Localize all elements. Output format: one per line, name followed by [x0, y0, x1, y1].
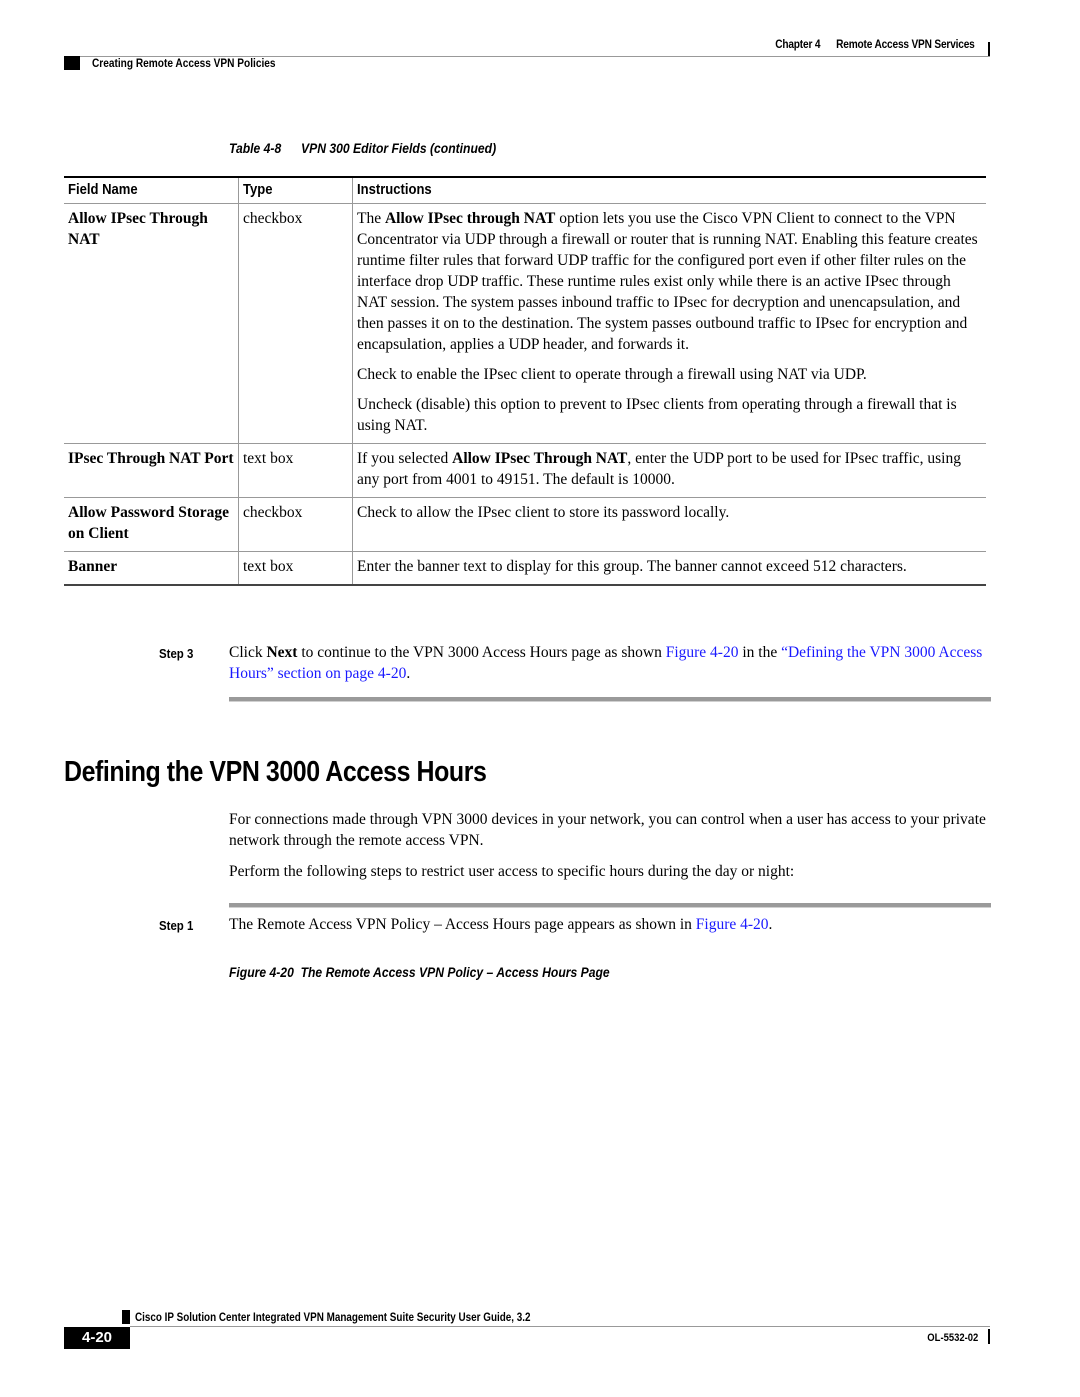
column-header-instructions: Instructions	[352, 176, 986, 204]
header-marker	[64, 56, 80, 70]
figure-caption: Figure 4-20 The Remote Access VPN Policy…	[229, 965, 610, 980]
footer-marker	[122, 1310, 130, 1324]
steps-separator	[229, 903, 991, 908]
table-title: VPN 300 Editor Fields (continued)	[301, 141, 497, 156]
document-number: OL-5532-02	[926, 1332, 978, 1344]
type-cell: text box	[238, 551, 353, 586]
figure-number: Figure 4-20	[229, 965, 294, 980]
field-name-cell: Banner	[64, 551, 239, 586]
instructions-cell: If you selected Allow IPsec Through NAT,…	[352, 443, 986, 498]
instruction-paragraph: Check to allow the IPsec client to store…	[357, 504, 730, 521]
instruction-paragraph: The Allow IPsec through NAT option lets …	[357, 210, 978, 353]
step-1-text: The Remote Access VPN Policy – Access Ho…	[229, 916, 773, 933]
instruction-paragraph: Check to enable the IPsec client to oper…	[357, 366, 867, 383]
step-3-text: Click Next to continue to the VPN 3000 A…	[229, 644, 983, 682]
footer-book-title: Cisco IP Solution Center Integrated VPN …	[135, 1312, 531, 1324]
field-name-cell: Allow IPsec Through NAT	[64, 203, 239, 444]
table-caption: Table 4-8 VPN 300 Editor Fields (continue…	[229, 141, 496, 156]
chapter-title: Remote Access VPN Services	[836, 39, 975, 51]
running-header-section: Creating Remote Access VPN Policies	[92, 58, 276, 70]
table-row: Banner text box Enter the banner text to d…	[64, 551, 986, 586]
table-row: IPsec Through NAT Port text box If you sel…	[64, 443, 986, 498]
footer-rule	[130, 1326, 990, 1327]
step-1-label: Step 1	[159, 918, 194, 933]
running-header-chapter: Chapter 4 Remote Access VPN Services	[775, 39, 976, 51]
step-3-label: Step 3	[159, 646, 194, 661]
instruction-paragraph: Uncheck (disable) this option to prevent…	[357, 396, 957, 434]
page-number: 4-20	[64, 1327, 130, 1349]
figure-title: The Remote Access VPN Policy – Access Ho…	[300, 965, 610, 980]
instructions-cell: The Allow IPsec through NAT option lets …	[352, 203, 986, 444]
section-heading: Defining the VPN 3000 Access Hours	[64, 756, 487, 788]
field-name-cell: IPsec Through NAT Port	[64, 443, 239, 498]
column-header-type: Type	[238, 176, 353, 204]
instruction-paragraph: If you selected Allow IPsec Through NAT,…	[357, 450, 961, 488]
figure-4-20-link[interactable]: Figure 4-20	[666, 644, 739, 661]
table-row: Allow IPsec Through NAT checkbox The Allow…	[64, 203, 986, 444]
type-cell: checkbox	[238, 203, 353, 444]
field-name-cell: Allow Password Storage on Client	[64, 497, 239, 552]
instruction-paragraph: Enter the banner text to display for thi…	[357, 558, 907, 575]
footer-bar	[988, 1329, 990, 1344]
figure-4-20-link[interactable]: Figure 4-20	[696, 916, 769, 933]
header-bar	[988, 42, 990, 57]
chapter-number: Chapter 4	[775, 39, 821, 51]
table-row: Allow Password Storage on Client checkbox…	[64, 497, 986, 552]
header-rule	[64, 56, 990, 57]
step-separator	[229, 697, 991, 702]
editor-fields-table: Field Name Type Instructions Allow IPsec…	[64, 176, 986, 586]
instructions-cell: Enter the banner text to display for thi…	[352, 551, 986, 586]
intro-paragraph: For connections made through VPN 3000 de…	[229, 811, 986, 849]
type-cell: checkbox	[238, 497, 353, 552]
table-header-row: Field Name Type Instructions	[64, 176, 986, 204]
steps-intro-paragraph: Perform the following steps to restrict …	[229, 863, 795, 880]
instructions-cell: Check to allow the IPsec client to store…	[352, 497, 986, 552]
type-cell: text box	[238, 443, 353, 498]
column-header-field-name: Field Name	[64, 176, 239, 204]
table-number: Table 4-8	[229, 141, 282, 156]
